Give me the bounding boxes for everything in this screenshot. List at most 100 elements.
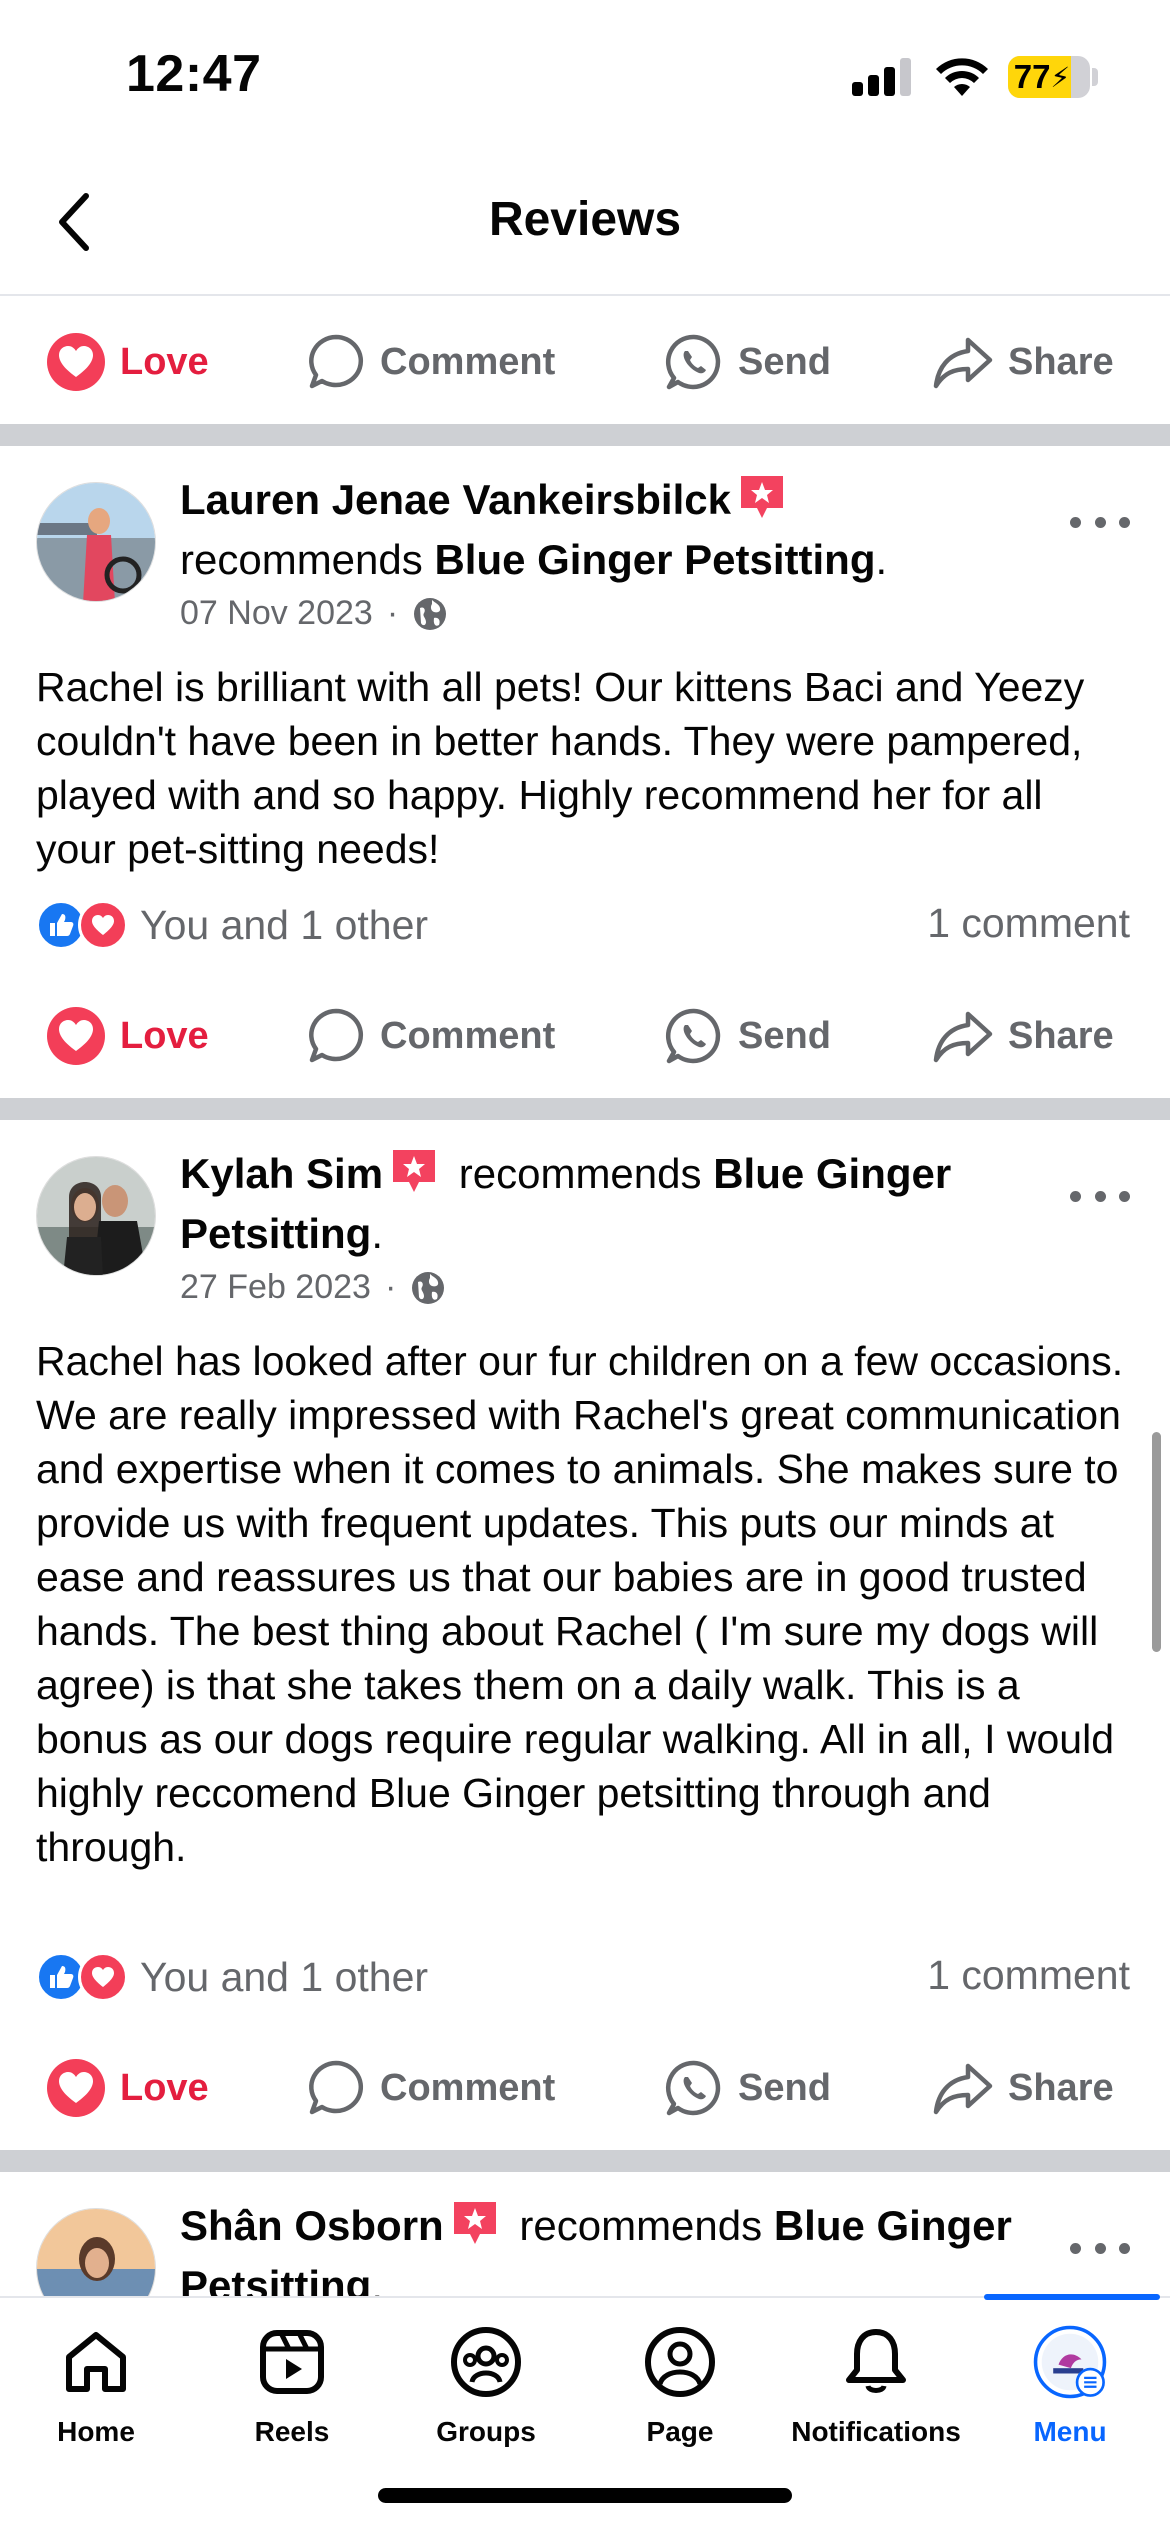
tab-page[interactable]: Page: [590, 2324, 770, 2448]
page-name[interactable]: Blue Ginger Petsitting: [434, 536, 875, 583]
comment-button[interactable]: Comment: [306, 2048, 555, 2128]
feed-divider: [0, 2150, 1170, 2172]
tab-label: Reels: [254, 2416, 330, 2447]
reaction-summary[interactable]: You and 1 other: [36, 900, 428, 950]
menu-avatar-icon: [1033, 2325, 1107, 2399]
avatar[interactable]: [36, 482, 156, 602]
globe-icon: [414, 597, 447, 630]
post-actions: Love Comment Send Share: [0, 298, 1170, 426]
love-button[interactable]: Love: [46, 996, 209, 1076]
love-button[interactable]: Love: [46, 2048, 209, 2128]
share-icon: [933, 1011, 993, 1063]
reaction-text: You and 1 other: [140, 901, 429, 948]
comment-label: Comment: [380, 2066, 556, 2109]
post-header-text: Shân Osborn recommends Blue Ginger Petsi…: [180, 2196, 1060, 2296]
love-label: Love: [120, 1014, 209, 1057]
review-text: Rachel is brilliant with all pets! Our k…: [36, 664, 1085, 872]
globe-icon: [412, 1271, 445, 1304]
comment-icon: [309, 1008, 364, 1063]
more-options-button[interactable]: [1070, 2228, 1130, 2268]
love-label: Love: [120, 340, 209, 383]
more-options-button[interactable]: [1070, 502, 1130, 542]
love-reaction-icon: [78, 900, 128, 950]
page-header: Reviews: [0, 150, 1170, 296]
share-label: Share: [1008, 1014, 1114, 1057]
cellular-signal-icon: [852, 58, 914, 96]
post-date[interactable]: 07 Nov 2023: [180, 594, 373, 633]
tab-groups[interactable]: Groups: [396, 2324, 576, 2448]
love-reaction-icon: [78, 1952, 128, 2002]
tab-reels[interactable]: Reels: [202, 2324, 382, 2448]
reaction-summary[interactable]: You and 1 other: [36, 1952, 428, 2002]
share-label: Share: [1008, 340, 1114, 383]
love-reaction-icon: [47, 333, 105, 391]
share-label: Share: [1008, 2066, 1114, 2109]
comment-count[interactable]: 1 comment: [927, 900, 1130, 947]
reaction-text: You and 1 other: [140, 1953, 429, 2000]
home-icon: [66, 2332, 126, 2392]
comment-button[interactable]: Comment: [306, 996, 555, 1076]
recommendation-badge-icon: [740, 476, 783, 518]
status-bar: 12:47 77 ⚡: [0, 0, 1170, 150]
send-button[interactable]: Send: [664, 2048, 831, 2128]
reels-icon: [260, 2330, 324, 2394]
review-text: Rachel has looked after our fur children…: [36, 1338, 1124, 1870]
avatar[interactable]: [36, 2208, 156, 2296]
love-button[interactable]: Love: [46, 322, 209, 402]
feed-divider: [0, 1098, 1170, 1120]
share-button[interactable]: Share: [932, 2048, 1114, 2128]
send-label: Send: [738, 2066, 831, 2109]
whatsapp-icon: [665, 1008, 721, 1064]
comment-icon: [309, 2060, 364, 2115]
whatsapp-icon: [665, 334, 721, 390]
status-time: 12:47: [126, 45, 262, 103]
active-tab-indicator: [984, 2294, 1160, 2300]
battery-cap: [1092, 68, 1098, 86]
share-button[interactable]: Share: [932, 996, 1114, 1076]
post-header-text: Kylah Sim recommends Blue Ginger Petsitt…: [180, 1150, 952, 1257]
author-name[interactable]: Kylah Sim: [180, 1150, 383, 1197]
send-label: Send: [738, 1014, 831, 1057]
post-actions: Love Comment Send Share: [0, 972, 1170, 1100]
avatar-photo: [37, 2209, 155, 2296]
whatsapp-icon: [665, 2060, 721, 2116]
share-button[interactable]: Share: [932, 322, 1114, 402]
wifi-icon: [936, 58, 988, 96]
more-options-button[interactable]: [1070, 1176, 1130, 1216]
groups-icon: [451, 2327, 521, 2397]
recommendation-badge-icon: [393, 1150, 436, 1192]
author-name[interactable]: Lauren Jenae Vankeirsbilck: [180, 476, 731, 523]
send-button[interactable]: Send: [664, 322, 831, 402]
review-post: Shân Osborn recommends Blue Ginger Petsi…: [0, 2172, 1170, 2296]
recommends-verb: recommends: [180, 536, 423, 583]
tab-notifications[interactable]: Notifications: [786, 2324, 966, 2448]
bell-icon: [846, 2329, 906, 2393]
send-button[interactable]: Send: [664, 996, 831, 1076]
post-header-text: Lauren Jenae Vankeirsbilck recommends Bl…: [180, 476, 888, 583]
avatar-photo: [37, 1157, 155, 1275]
recommends-verb: recommends: [458, 1150, 702, 1197]
comment-button[interactable]: Comment: [306, 322, 555, 402]
battery-level: 77: [1013, 58, 1051, 95]
post-meta: 27 Feb 2023 ·: [180, 1268, 446, 1307]
post-date[interactable]: 27 Feb 2023: [180, 1268, 371, 1307]
avatar-photo: [37, 483, 155, 601]
share-icon: [933, 2063, 993, 2115]
love-reaction-icon: [47, 2059, 105, 2117]
scrollbar[interactable]: [1152, 1432, 1161, 1652]
post-actions: Love Comment Send Share: [0, 2024, 1170, 2152]
recommends-verb: recommends: [519, 2202, 763, 2249]
love-label: Love: [120, 2066, 209, 2109]
tab-label: Notifications: [791, 2416, 961, 2447]
author-name[interactable]: Shân Osborn: [180, 2202, 444, 2249]
page-icon: [645, 2327, 715, 2397]
tab-label: Home: [57, 2416, 135, 2447]
comment-count[interactable]: 1 comment: [927, 1952, 1130, 1999]
tab-home[interactable]: Home: [6, 2324, 186, 2448]
recommendation-badge-icon: [453, 2202, 496, 2244]
tab-menu[interactable]: Menu: [980, 2324, 1160, 2448]
avatar[interactable]: [36, 1156, 156, 1276]
love-reaction-icon: [47, 1007, 105, 1065]
comment-icon: [309, 334, 364, 389]
post-meta: 07 Nov 2023 ·: [180, 594, 448, 633]
